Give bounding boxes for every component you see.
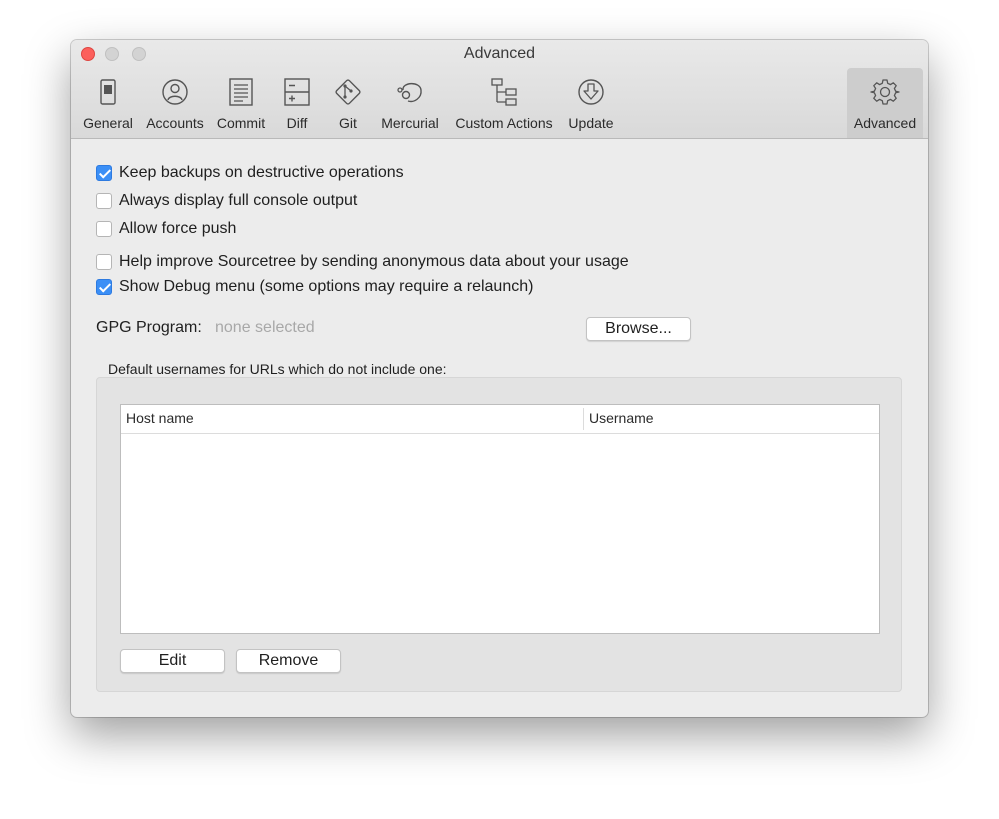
toolbar-item-advanced[interactable]: Advanced — [847, 68, 923, 138]
table-header: Host name Username — [121, 405, 879, 434]
toolbar-item-general[interactable]: General — [79, 68, 137, 138]
toolbar-label: General — [83, 115, 133, 131]
usernames-caption: Default usernames for URLs which do not … — [108, 361, 447, 377]
toolbar-label: Custom Actions — [455, 115, 553, 131]
debug-menu-label: Show Debug menu (some options may requir… — [119, 278, 534, 295]
toolbar-label: Mercurial — [381, 115, 439, 131]
toolbar-item-custom-actions[interactable]: Custom Actions — [449, 68, 559, 138]
column-header-host-name[interactable]: Host name — [126, 410, 194, 426]
backups-label: Keep backups on destructive operations — [119, 164, 404, 181]
force-push-checkbox[interactable] — [96, 221, 112, 237]
toolbar-item-update[interactable]: Update — [563, 68, 619, 138]
remove-button[interactable]: Remove — [236, 649, 341, 673]
title-bar: Advanced General Accounts Commit Diff Gi… — [71, 40, 928, 139]
mercurial-icon — [397, 82, 422, 103]
toolbar-label: Update — [568, 115, 614, 131]
gear-icon — [870, 79, 900, 105]
switch-icon — [100, 79, 116, 105]
gpg-program-value: none selected — [215, 319, 315, 336]
gpg-program-label: GPG Program: — [96, 319, 202, 336]
toolbar-label: Accounts — [146, 115, 204, 131]
column-header-username[interactable]: Username — [589, 410, 654, 426]
toolbar-item-mercurial[interactable]: Mercurial — [375, 68, 445, 138]
column-divider[interactable] — [583, 408, 584, 430]
analytics-checkbox[interactable] — [96, 254, 112, 270]
console-output-label: Always display full console output — [119, 192, 358, 209]
usernames-group: Host name Username Edit Remove — [96, 377, 902, 692]
toolbar-label: Advanced — [853, 115, 917, 131]
user-icon — [162, 79, 188, 105]
diff-icon — [284, 78, 310, 106]
toolbar-label: Diff — [286, 115, 308, 131]
browse-button[interactable]: Browse... — [586, 317, 691, 341]
toolbar-item-diff[interactable]: Diff — [275, 68, 319, 138]
hierarchy-icon — [491, 78, 517, 106]
toolbar-item-accounts[interactable]: Accounts — [141, 68, 209, 138]
usernames-table[interactable]: Host name Username — [120, 404, 880, 634]
download-icon — [578, 79, 604, 105]
git-icon — [335, 79, 361, 105]
preferences-window: Advanced General Accounts Commit Diff Gi… — [71, 40, 928, 717]
toolbar-label: Commit — [216, 115, 266, 131]
toolbar-item-commit[interactable]: Commit — [213, 68, 269, 138]
edit-button[interactable]: Edit — [120, 649, 225, 673]
debug-menu-checkbox[interactable] — [96, 279, 112, 295]
window-title: Advanced — [463, 45, 536, 62]
table-body[interactable] — [121, 434, 879, 633]
document-lines-icon — [229, 78, 253, 106]
backups-checkbox[interactable] — [96, 165, 112, 181]
toolbar-label: Git — [339, 115, 357, 131]
console-output-checkbox[interactable] — [96, 193, 112, 209]
force-push-label: Allow force push — [119, 220, 237, 237]
analytics-label: Help improve Sourcetree by sending anony… — [119, 253, 629, 270]
advanced-pane: Keep backups on destructive operations A… — [71, 139, 928, 717]
toolbar-item-git[interactable]: Git — [327, 68, 369, 138]
